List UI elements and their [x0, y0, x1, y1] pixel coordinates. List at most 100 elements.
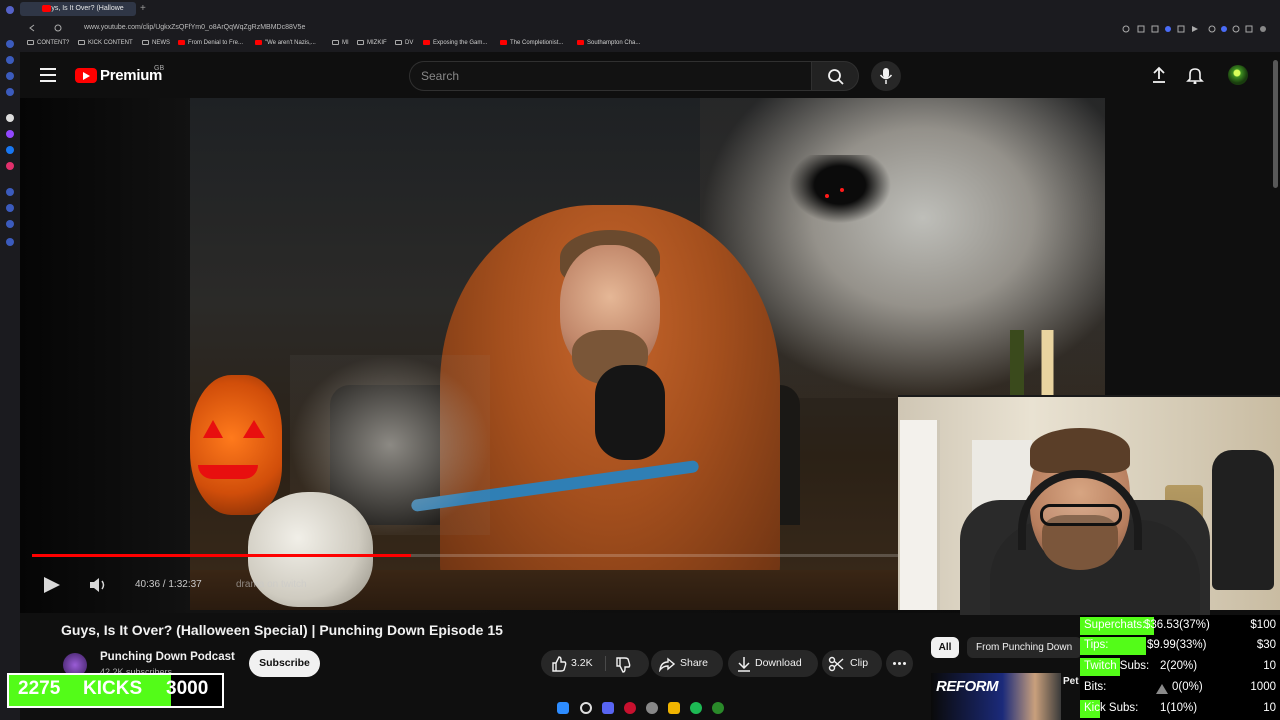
reload-icon[interactable] — [54, 24, 62, 32]
recommended-video-title[interactable]: Pet — [1063, 676, 1079, 687]
bookmark-item[interactable]: MI — [332, 40, 349, 46]
kicks-count: 2275 — [18, 678, 61, 699]
goal-label: Twitch Subs: — [1084, 660, 1150, 672]
kicks-label: KICKS — [83, 678, 143, 699]
spotify-icon[interactable] — [690, 702, 702, 714]
spider-eye — [825, 194, 829, 198]
time-display: 40:36 / 1:32:37 — [135, 579, 202, 590]
duration: 1:32:37 — [168, 579, 202, 590]
tab-title: Guys, Is It Over? (Hallowe — [42, 5, 124, 12]
logo-region: GB — [154, 65, 165, 72]
streamer-hair — [1030, 428, 1130, 473]
xbox-icon[interactable] — [712, 702, 724, 714]
goal-row-bits: Bits: 0(0%) 1000 — [1080, 678, 1280, 698]
sidebar-app-icon[interactable] — [6, 40, 14, 48]
bookmark-item[interactable]: MIZKIF — [357, 40, 387, 46]
goal-row-twitch-subs: Twitch Subs: 2(20%) 10 — [1080, 657, 1280, 677]
settings-icon[interactable] — [6, 238, 14, 246]
goal-value: 0(0%) — [1172, 681, 1203, 693]
sidebar-app-icon[interactable] — [6, 72, 14, 80]
bookmark-item[interactable]: Southampton Cha... — [577, 40, 640, 46]
spider-decoration — [780, 155, 900, 230]
goal-value: 1(10%) — [1160, 702, 1198, 714]
thumbs-down-icon[interactable] — [615, 657, 631, 673]
voice-search-button[interactable] — [871, 61, 901, 91]
url-text: www.youtube.com/clip/UgkxZsQFfYm0_o8ArQq… — [84, 24, 306, 31]
share-button[interactable]: Share — [651, 650, 723, 677]
like-divider — [605, 656, 606, 671]
goal-value: $36.53(37%) — [1144, 619, 1210, 631]
volume-icon[interactable] — [88, 576, 110, 594]
download-button[interactable]: Download — [728, 650, 818, 677]
filter-chip-from-channel[interactable]: From Punching Down — [967, 637, 1082, 658]
spider-eye — [840, 188, 844, 192]
goal-row-tips: Tips: $9.99(33%) $30 — [1080, 636, 1280, 656]
goal-target: 10 — [1263, 702, 1276, 714]
sidebar-app-icon[interactable] — [6, 204, 14, 212]
menu-icon[interactable] — [40, 68, 56, 82]
logo-text[interactable]: Premium — [100, 67, 162, 84]
sidebar-app-icon[interactable] — [6, 114, 14, 122]
sidebar-app-icon[interactable] — [6, 188, 14, 196]
notifications-bell-icon[interactable] — [1186, 66, 1204, 84]
bookmark-item[interactable]: DV — [395, 40, 413, 46]
bookmark-item[interactable]: From Denial to Fre... — [178, 40, 243, 46]
share-icon — [659, 657, 675, 672]
sidebar-app-icon[interactable] — [6, 88, 14, 96]
goal-value: $9.99(33%) — [1147, 639, 1207, 651]
windows-start-icon[interactable] — [557, 702, 569, 714]
more-actions-button[interactable] — [886, 650, 913, 677]
bottles — [1010, 330, 1080, 395]
chapter-title[interactable]: drama on twitch — [236, 579, 307, 590]
bookmark-item[interactable]: NEWS — [142, 40, 170, 46]
sidebar-app-icon[interactable] — [6, 220, 14, 228]
goal-value: 2(20%) — [1160, 660, 1198, 672]
bookmark-item[interactable]: The Completionist... — [500, 40, 563, 46]
file-explorer-icon[interactable] — [668, 702, 680, 714]
taskbar-search-icon[interactable] — [580, 702, 592, 714]
podcast-microphone — [595, 365, 665, 460]
thumbnail-text: REFORM — [936, 678, 999, 695]
back-icon[interactable] — [28, 24, 36, 32]
account-avatar[interactable] — [1228, 65, 1248, 85]
goal-row-kick-subs: Kick Subs: 1(10%) 10 — [1080, 699, 1280, 719]
jack-o-lantern — [190, 375, 282, 515]
youtube-favicon-icon — [42, 5, 51, 12]
obs-icon[interactable] — [646, 702, 658, 714]
bookmark-item[interactable]: "We aren't Nazis,... — [255, 40, 316, 46]
browser-tab-active[interactable]: Guys, Is It Over? (Hallowe — [20, 2, 136, 16]
browser-extension-icons[interactable] — [1120, 24, 1270, 34]
create-upload-icon[interactable] — [1150, 66, 1168, 84]
twitch-icon[interactable] — [6, 130, 14, 138]
clip-button[interactable]: Clip — [822, 650, 882, 677]
like-count[interactable]: 3.2K — [571, 650, 593, 677]
kicks-goal: 3000 — [166, 678, 209, 699]
clip-label: Clip — [850, 657, 869, 669]
discord-icon[interactable] — [602, 702, 614, 714]
search-input[interactable] — [409, 61, 811, 91]
url-field[interactable]: www.youtube.com/clip/UgkxZsQFfYm0_o8ArQq… — [68, 22, 434, 35]
instagram-icon[interactable] — [6, 162, 14, 170]
thumbs-up-icon[interactable] — [551, 656, 567, 672]
goal-target: 1000 — [1250, 681, 1276, 693]
bits-icon — [1156, 684, 1168, 694]
search-button[interactable] — [811, 61, 859, 91]
video-title: Guys, Is It Over? (Halloween Special) | … — [61, 622, 503, 638]
channel-name[interactable]: Punching Down Podcast — [100, 651, 235, 663]
bookmark-item[interactable]: Exposing the Gam... — [423, 40, 487, 46]
page-scrollbar[interactable] — [1273, 60, 1278, 188]
new-tab-icon[interactable]: + — [140, 3, 146, 14]
youtube-logo-icon[interactable] — [75, 68, 97, 83]
goal-target: $100 — [1250, 619, 1276, 631]
bookmark-item[interactable]: CONTENT? — [27, 40, 69, 46]
webcam-coats — [1212, 450, 1274, 590]
bookmark-item[interactable]: KICK CONTENT — [78, 40, 133, 46]
subscribe-button[interactable]: Subscribe — [249, 650, 320, 677]
goal-label: Superchats: — [1084, 619, 1146, 631]
sidebar-app-icon[interactable] — [6, 56, 14, 64]
play-icon[interactable] — [42, 576, 62, 594]
opera-icon[interactable] — [624, 702, 636, 714]
browser-menu-icon[interactable] — [6, 6, 14, 14]
filter-chip-all[interactable]: All — [931, 637, 959, 658]
messenger-icon[interactable] — [6, 146, 14, 154]
